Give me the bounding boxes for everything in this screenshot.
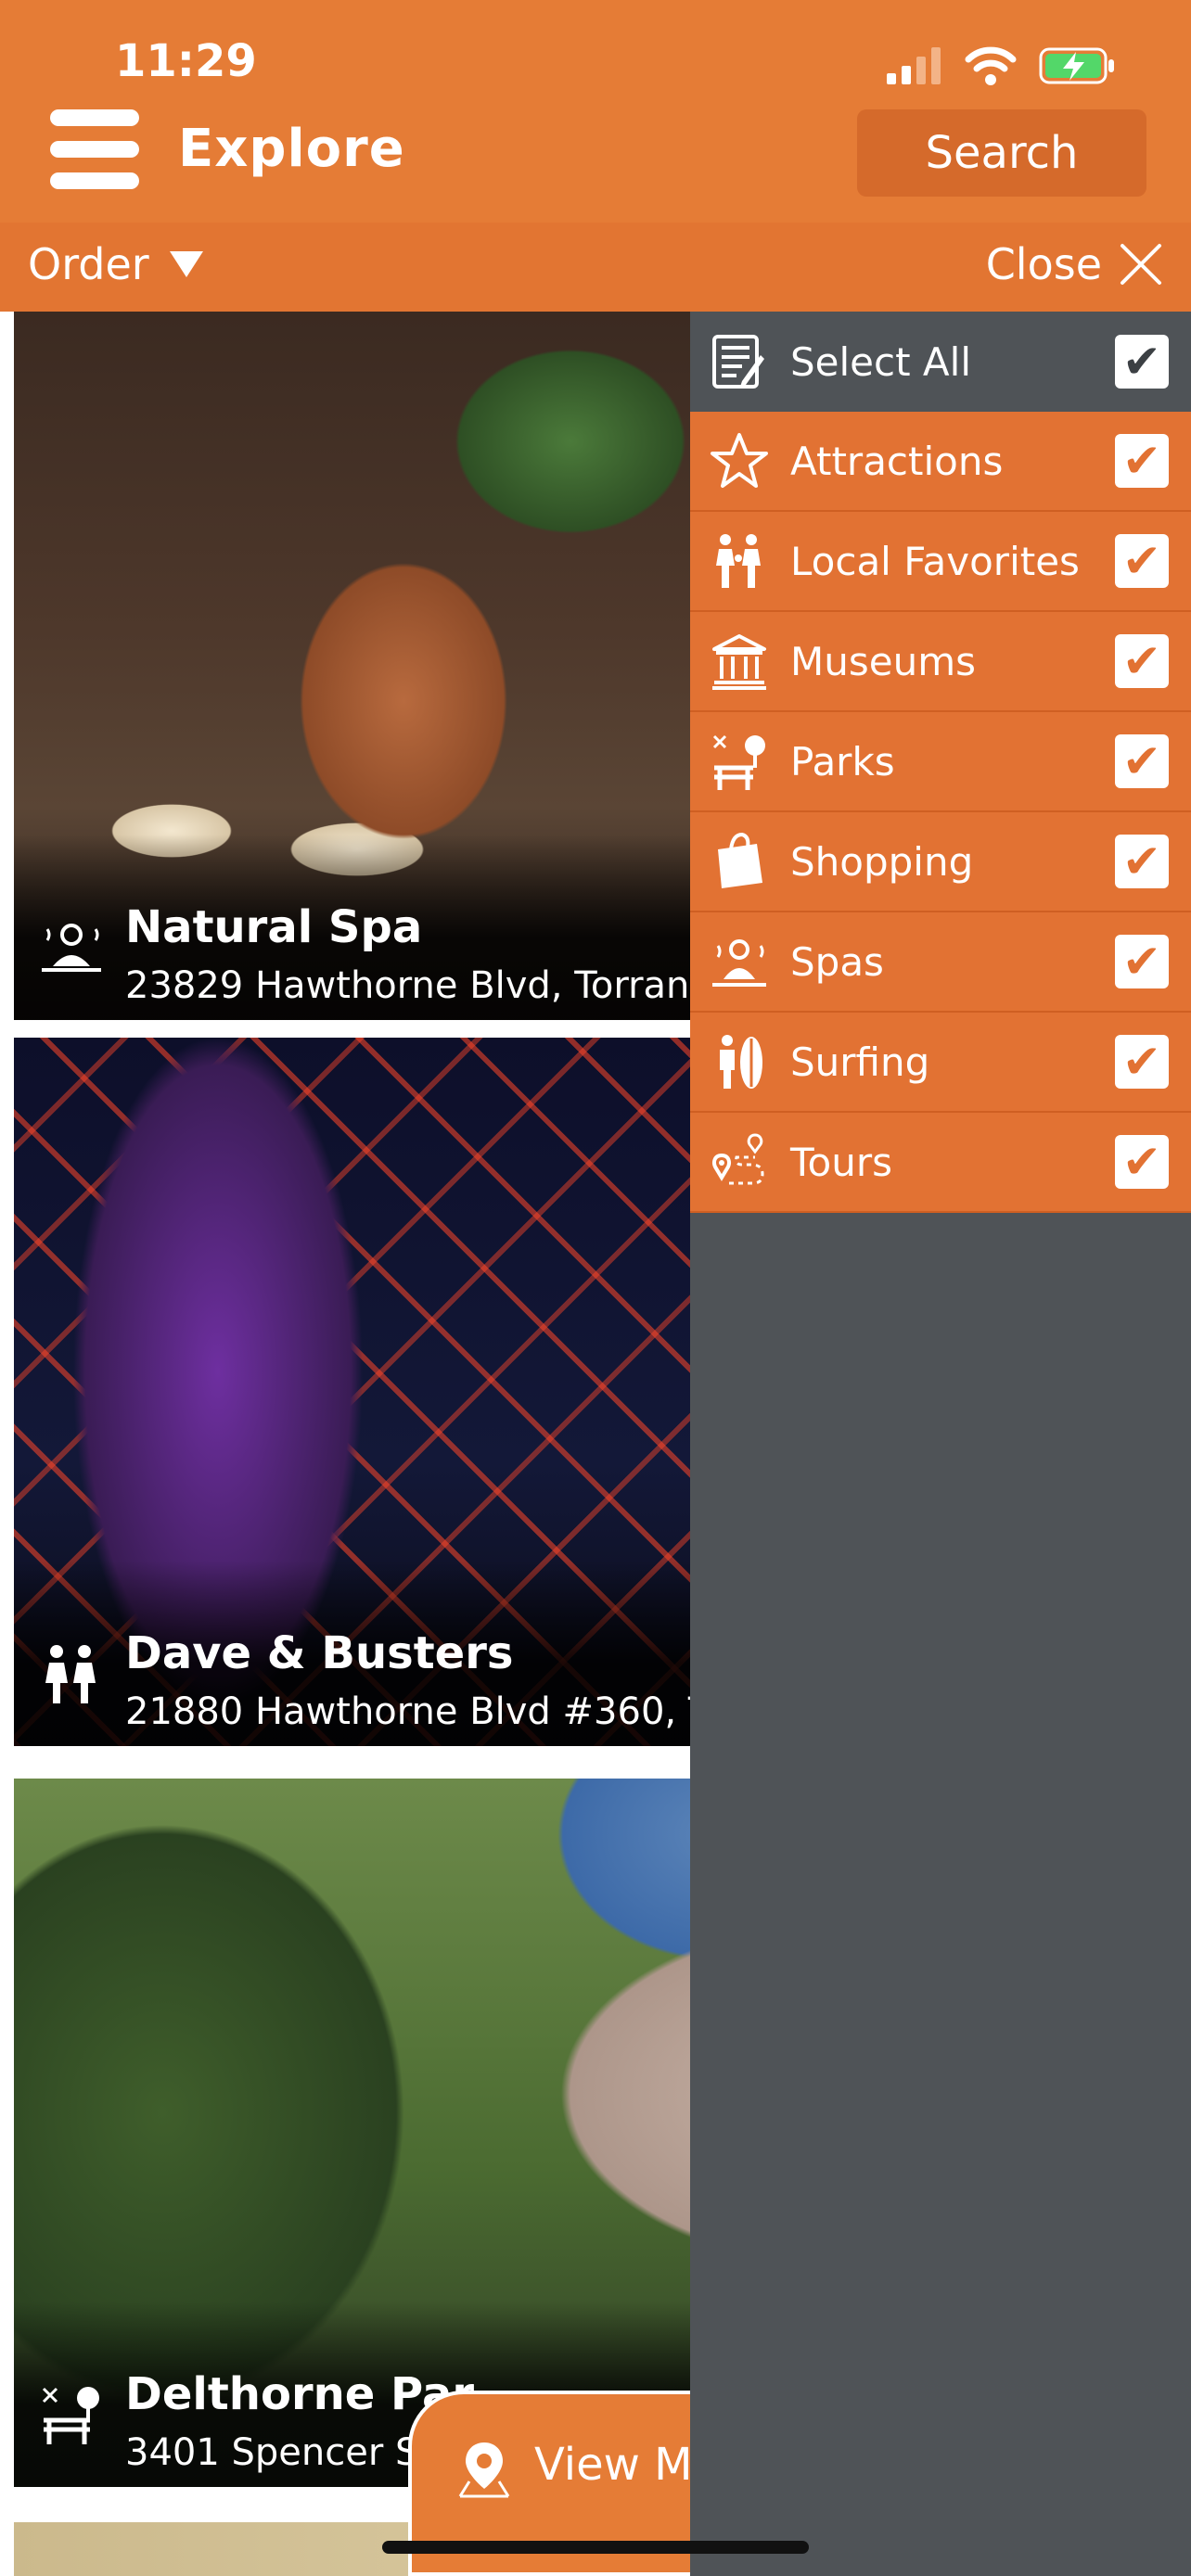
spa-person-icon bbox=[712, 939, 766, 987]
list-edit-icon bbox=[712, 335, 764, 389]
listing-name: Dave & Busters bbox=[125, 1627, 514, 1679]
park-bench-icon bbox=[712, 734, 765, 790]
order-label: Order bbox=[28, 239, 149, 289]
category-checkbox[interactable]: ✔ bbox=[1115, 434, 1169, 488]
category-row-surfing[interactable]: Surfing ✔ bbox=[690, 1013, 1191, 1113]
category-checkbox[interactable]: ✔ bbox=[1115, 1135, 1169, 1189]
category-row-parks[interactable]: Parks ✔ bbox=[690, 712, 1191, 812]
map-route-icon bbox=[712, 1133, 764, 1185]
listing-address: 21880 Hawthorne Blvd #360, To bbox=[125, 1690, 727, 1733]
museum-icon bbox=[712, 634, 766, 690]
caret-down-icon bbox=[169, 251, 203, 277]
park-bench-icon bbox=[42, 2387, 99, 2444]
wifi-icon bbox=[965, 46, 1017, 85]
status-time: 11:29 bbox=[115, 35, 257, 87]
signal-icon bbox=[887, 47, 941, 84]
category-label: Tours bbox=[790, 1139, 892, 1185]
listing-address: 3401 Spencer St bbox=[125, 2431, 434, 2474]
category-checkbox[interactable]: ✔ bbox=[1115, 734, 1169, 788]
battery-charging-icon bbox=[1039, 47, 1114, 84]
close-icon bbox=[1121, 244, 1161, 285]
hamburger-menu-icon[interactable] bbox=[50, 109, 139, 189]
top-bar: 11:29 Explore Search bbox=[0, 0, 1191, 223]
category-row-museums[interactable]: Museums ✔ bbox=[690, 612, 1191, 712]
close-filter-button[interactable]: Close bbox=[986, 239, 1163, 289]
search-button[interactable]: Search bbox=[857, 109, 1146, 197]
category-row-tours[interactable]: Tours ✔ bbox=[690, 1113, 1191, 1213]
shopping-bag-icon bbox=[718, 832, 762, 888]
category-checkbox[interactable]: ✔ bbox=[1115, 534, 1169, 588]
star-icon bbox=[711, 433, 768, 488]
select-all-checkbox[interactable]: ✔ bbox=[1115, 335, 1169, 389]
status-icons bbox=[887, 46, 1117, 85]
select-all-row[interactable]: Select All ✔ bbox=[690, 312, 1191, 412]
category-label: Shopping bbox=[790, 838, 974, 885]
select-all-label: Select All bbox=[790, 338, 971, 385]
category-checkbox[interactable]: ✔ bbox=[1115, 835, 1169, 888]
family-icon bbox=[45, 1645, 96, 1703]
category-filter-panel: Select All ✔ Attractions ✔ Local Favorit… bbox=[690, 312, 1191, 2576]
category-label: Spas bbox=[790, 938, 884, 985]
category-checkbox[interactable]: ✔ bbox=[1115, 935, 1169, 988]
category-row-attractions[interactable]: Attractions ✔ bbox=[690, 412, 1191, 512]
close-label: Close bbox=[985, 239, 1102, 289]
category-row-shopping[interactable]: Shopping ✔ bbox=[690, 812, 1191, 912]
filter-bar: Order Close bbox=[0, 223, 1191, 312]
home-indicator[interactable] bbox=[382, 2541, 809, 2554]
category-label: Museums bbox=[790, 638, 976, 684]
category-label: Parks bbox=[790, 738, 895, 784]
category-checkbox[interactable]: ✔ bbox=[1115, 1035, 1169, 1089]
category-row-spas[interactable]: Spas ✔ bbox=[690, 912, 1191, 1013]
map-pin-icon bbox=[458, 2442, 510, 2498]
category-checkbox[interactable]: ✔ bbox=[1115, 634, 1169, 688]
category-label: Local Favorites bbox=[790, 538, 1080, 584]
surfboard-icon bbox=[720, 1035, 762, 1089]
listing-name: Natural Spa bbox=[125, 901, 423, 953]
category-row-local-favorites[interactable]: Local Favorites ✔ bbox=[690, 512, 1191, 612]
order-dropdown[interactable]: Order bbox=[28, 239, 203, 289]
page-title: Explore bbox=[178, 119, 405, 179]
category-label: Surfing bbox=[790, 1039, 930, 1085]
family-icon bbox=[716, 534, 761, 588]
spa-person-icon bbox=[42, 924, 101, 972]
category-label: Attractions bbox=[790, 438, 1004, 484]
listing-address: 23829 Hawthorne Blvd, Torranc bbox=[125, 964, 711, 1007]
